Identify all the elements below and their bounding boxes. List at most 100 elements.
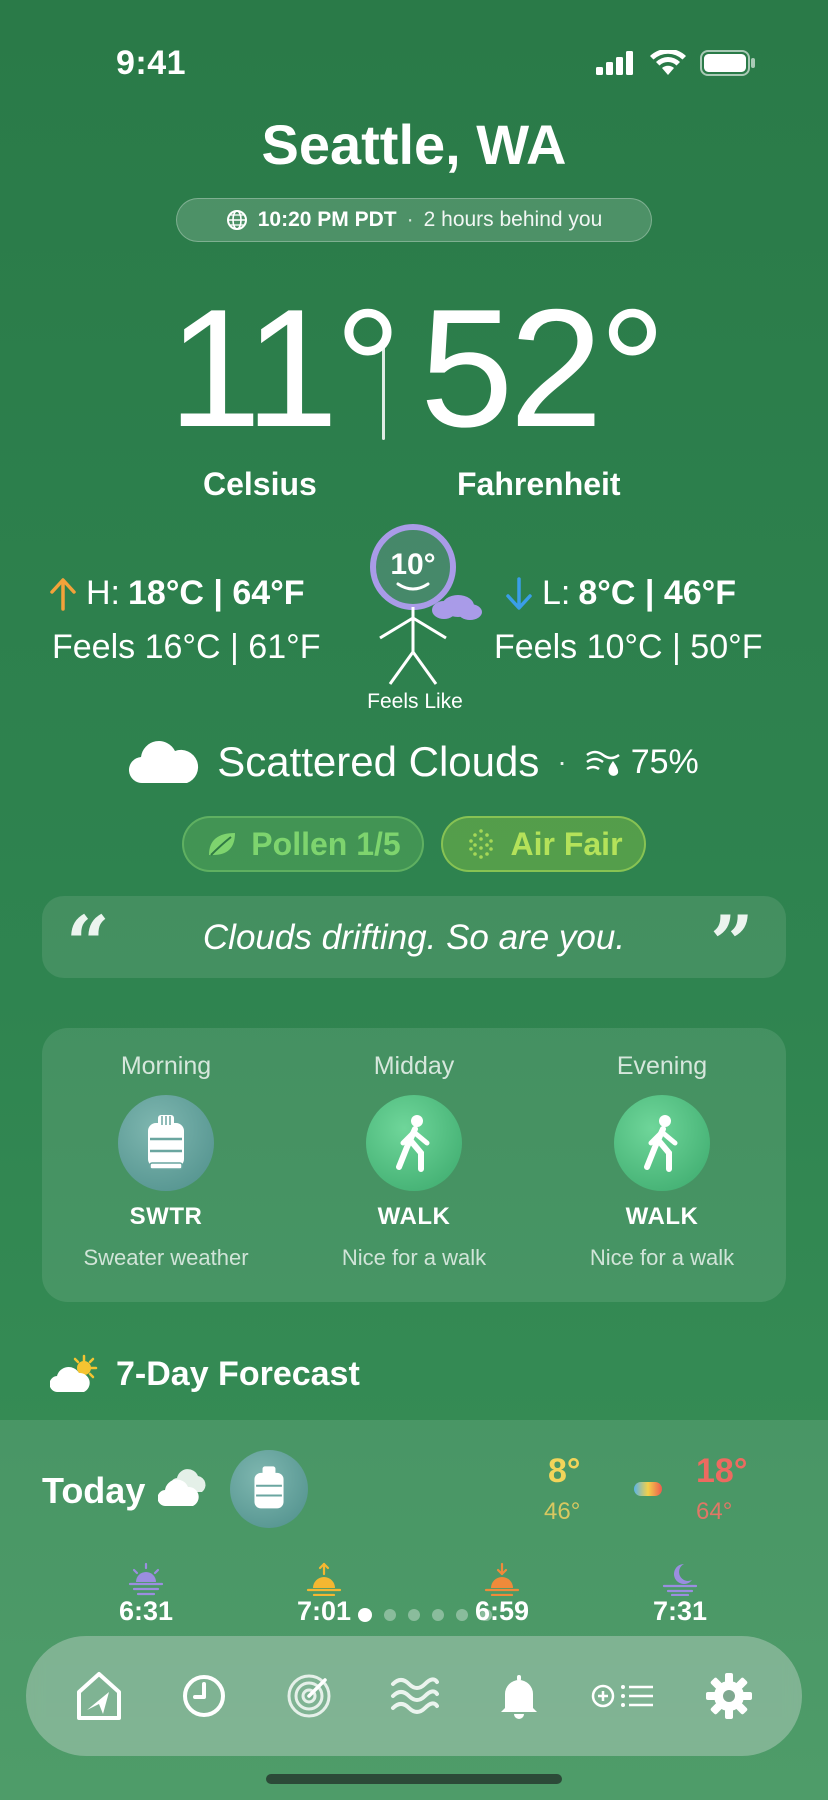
home-indicator[interactable] <box>266 1774 562 1784</box>
low-value: 8°C | 46°F <box>578 574 737 612</box>
forecast-high-c: 18° <box>696 1452 748 1490</box>
feels-like-figure[interactable]: 10° <box>360 522 490 692</box>
forecast-day-label[interactable]: Today <box>42 1470 145 1512</box>
sweater-icon <box>230 1450 308 1528</box>
gear-icon <box>706 1673 753 1719</box>
nav-radar-button[interactable] <box>273 1660 345 1732</box>
day-part-desc: Nice for a walk <box>589 1245 735 1270</box>
page-dot-active[interactable] <box>358 1608 372 1622</box>
page-dot[interactable] <box>480 1609 492 1621</box>
list-icon <box>592 1684 654 1708</box>
celsius-label: Celsius <box>203 466 317 502</box>
nav-alerts-button[interactable] <box>483 1660 555 1732</box>
time-difference: 2 hours behind you <box>423 208 603 231</box>
temperature-fahrenheit[interactable]: 52° <box>420 284 666 452</box>
pollen-label: Pollen 1/5 <box>251 825 401 862</box>
bell-icon <box>501 1675 538 1719</box>
walk-icon <box>614 1095 710 1191</box>
local-time-pill[interactable]: 10:20 PM PDT · 2 hours behind you <box>176 198 652 242</box>
temperature-range-bar <box>634 1482 662 1496</box>
day-part-title: Morning <box>120 1052 212 1080</box>
battery-icon <box>700 50 755 76</box>
day-part-desc: Sweater weather <box>83 1245 249 1270</box>
dawn-icon <box>128 1562 164 1596</box>
air-dots-icon <box>469 829 494 859</box>
bottom-nav <box>26 1636 802 1756</box>
day-part-desc: Nice for a walk <box>341 1245 487 1270</box>
page-indicator[interactable] <box>358 1608 492 1622</box>
temperature-divider <box>382 340 385 440</box>
sun-time: 6:31 <box>118 1596 174 1626</box>
high-prefix: H: <box>86 574 120 612</box>
sunset-icon <box>484 1562 520 1596</box>
forecast-low-f: 46° <box>544 1498 581 1525</box>
clock-icon <box>182 1675 225 1717</box>
day-part-title: Evening <box>616 1052 708 1080</box>
globe-icon <box>226 210 247 230</box>
walk-icon <box>366 1095 462 1191</box>
status-time: 9:41 <box>116 44 187 82</box>
day-part-morning[interactable]: Morning SWTR Sweater weather <box>42 1052 290 1271</box>
sun-time-item: 6:31 <box>86 1556 206 1627</box>
day-part-code: SWTR <box>129 1203 203 1230</box>
sun-time: 7:31 <box>652 1596 708 1626</box>
page-dot[interactable] <box>432 1609 444 1621</box>
quote-text: Clouds drifting. So are you. <box>202 918 626 957</box>
radar-icon <box>287 1674 331 1718</box>
air-label: Air Fair <box>510 825 623 862</box>
arrow-up-icon <box>50 577 76 611</box>
cloud-icon <box>129 741 199 784</box>
waves-icon <box>390 1677 439 1714</box>
page-dot[interactable] <box>408 1609 420 1621</box>
temperature-celsius[interactable]: 11° <box>168 284 402 452</box>
condition-row: Scattered Clouds · 75% <box>0 738 828 786</box>
sunrise-icon <box>306 1562 342 1596</box>
forecast-header: 7-Day Forecast <box>50 1354 360 1394</box>
condition-text: Scattered Clouds <box>217 738 540 785</box>
partly-sunny-icon <box>50 1354 98 1393</box>
humidity: 75% <box>585 743 699 782</box>
nav-locations-button[interactable] <box>588 1660 660 1732</box>
air-quality-chip[interactable]: Air Fair <box>441 816 646 872</box>
day-part-code: WALK <box>625 1203 699 1230</box>
wifi-icon <box>650 50 686 75</box>
low-prefix: L: <box>542 574 571 612</box>
pollen-chip[interactable]: Pollen 1/5 <box>182 816 424 872</box>
sweater-icon <box>118 1095 214 1191</box>
humidity-value: 75% <box>630 742 699 781</box>
clouds-icon <box>158 1469 206 1507</box>
leaf-icon <box>209 833 236 856</box>
forecast-high-f: 64° <box>696 1498 733 1525</box>
city-title[interactable]: Seattle, WA <box>0 112 828 177</box>
nav-settings-button[interactable] <box>693 1660 765 1732</box>
high-temperature: H: 18°C | 64°F <box>48 574 305 613</box>
high-value: 18°C | 64°F <box>128 574 305 612</box>
low-temperature: L: 8°C | 46°F <box>504 574 736 613</box>
fahrenheit-label: Fahrenheit <box>457 466 621 502</box>
day-part-title: Midday <box>373 1052 455 1080</box>
arrow-down-icon <box>506 576 532 610</box>
forecast-title: 7-Day Forecast <box>116 1354 360 1393</box>
forecast-low-c: 8° <box>548 1452 581 1490</box>
day-part-midday[interactable]: Midday WALK Nice for a walk <box>290 1052 538 1271</box>
status-icons <box>596 50 756 76</box>
condition-separator: · <box>557 746 567 777</box>
nav-home-button[interactable] <box>63 1660 135 1732</box>
page-dot[interactable] <box>384 1609 396 1621</box>
nav-history-button[interactable] <box>168 1660 240 1732</box>
time-separator: · <box>406 208 414 231</box>
high-feels: Feels 16°C | 61°F <box>52 628 321 666</box>
page-dot[interactable] <box>456 1609 468 1621</box>
moonrise-icon <box>662 1564 698 1596</box>
location-icon <box>76 1672 121 1720</box>
nav-waves-button[interactable] <box>378 1660 450 1732</box>
feels-like-label: Feels Like <box>367 690 463 713</box>
signal-icon <box>596 51 633 75</box>
local-time: 10:20 PM PDT <box>257 208 397 231</box>
feels-badge: 10° <box>390 548 435 581</box>
sun-time-item: 7:31 <box>620 1556 740 1627</box>
low-feels: Feels 10°C | 50°F <box>494 628 763 666</box>
humidity-icon <box>585 750 620 776</box>
day-part-code: WALK <box>377 1203 451 1230</box>
day-part-evening[interactable]: Evening WALK Nice for a walk <box>538 1052 786 1271</box>
